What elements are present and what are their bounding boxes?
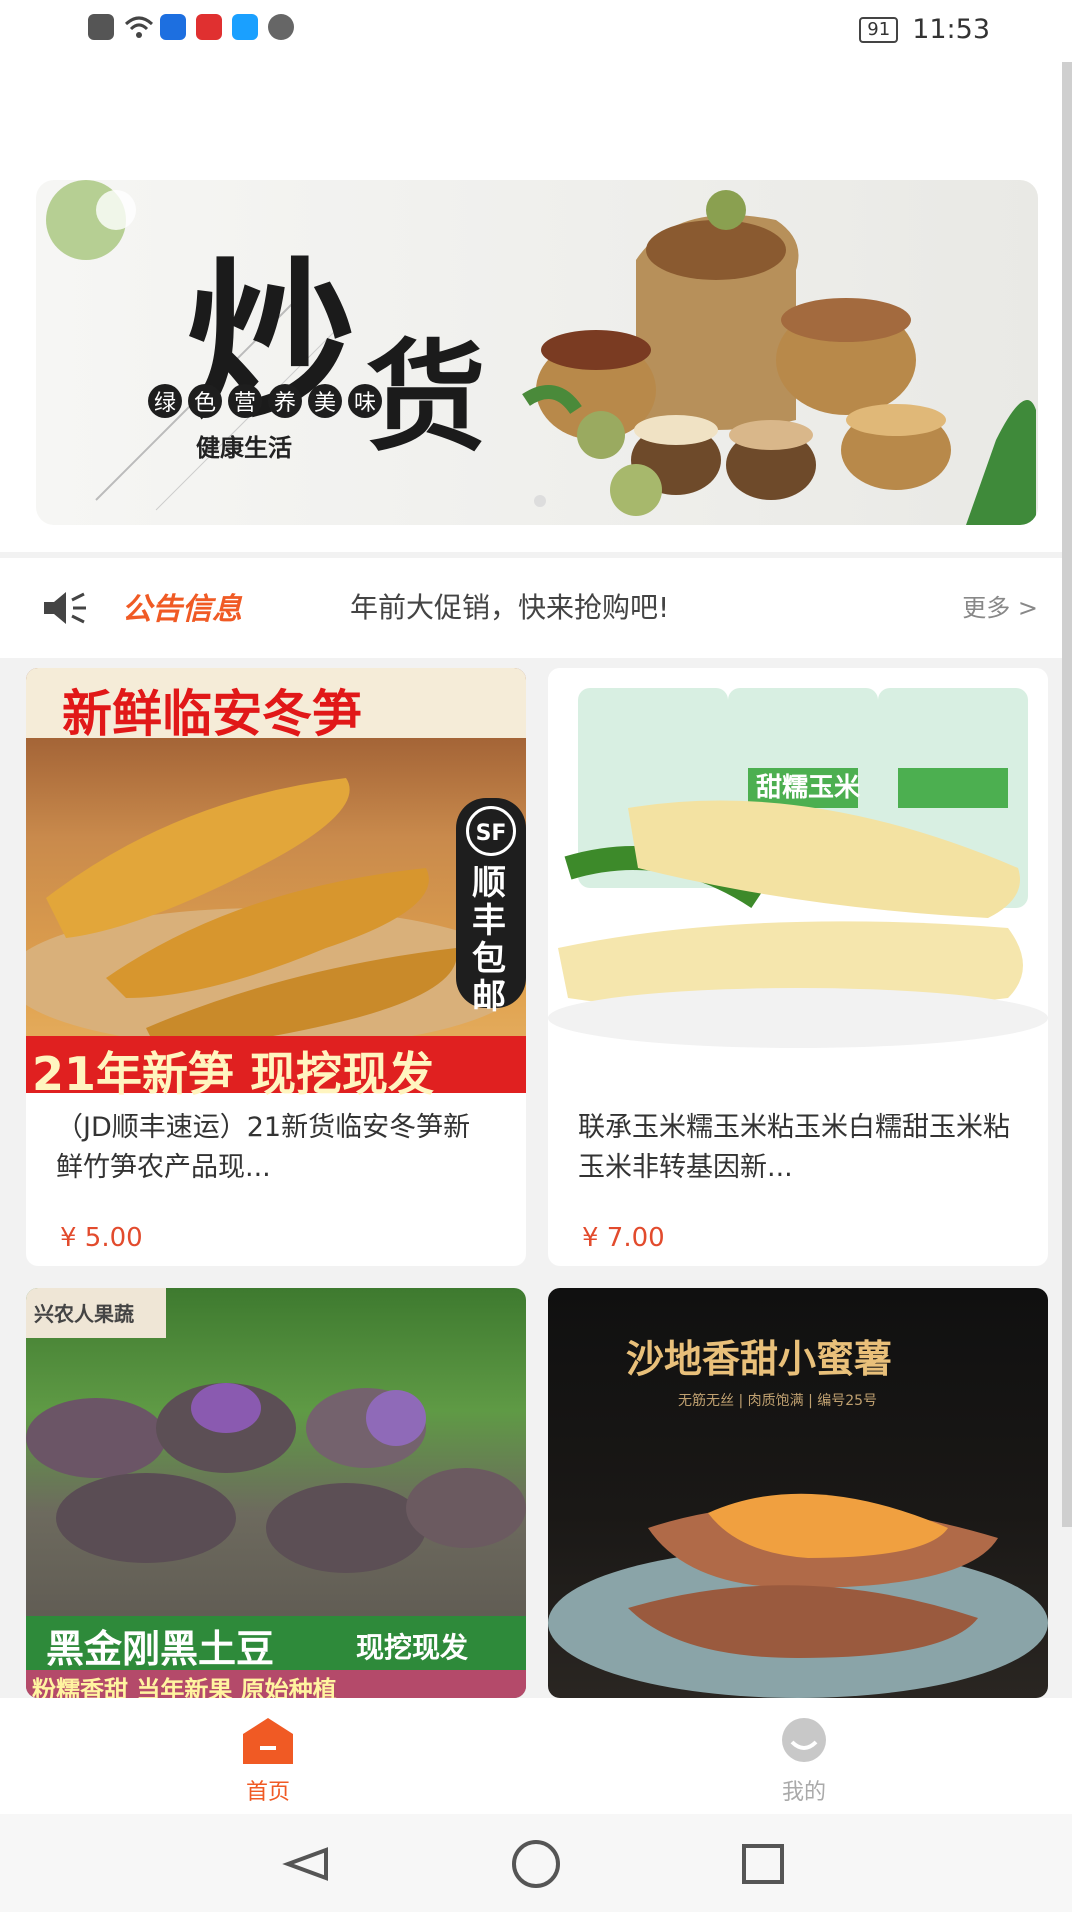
banner-subtitle: 健康生活 — [196, 434, 292, 462]
shipping-badge: 顺丰包邮 — [472, 863, 506, 1017]
tab-home[interactable]: 首页 — [208, 1716, 328, 1806]
product-card[interactable]: 兴农人果蔬 黑金刚黑土豆 现挖现发 粉糯香甜 当年新果 原始种植 — [26, 1288, 526, 1698]
scrollbar[interactable] — [1062, 62, 1072, 1527]
banner-tag: 色 — [188, 384, 222, 418]
app-icon-blue — [160, 14, 186, 40]
product-image: 新鲜临安冬笋 21年新笋 现挖现发 SF 顺丰包邮 — [26, 668, 526, 1101]
tab-home-label: 首页 — [245, 1780, 290, 1805]
product-image: 沙地香甜小蜜薯 无筋无丝 | 肉质饱满 | 编号25号 — [548, 1288, 1048, 1698]
home-icon — [243, 1718, 293, 1764]
alert-icon — [88, 14, 114, 40]
notice-title: 公告信息 — [122, 592, 242, 627]
wifi-icon — [124, 14, 154, 40]
app-icon-red — [196, 14, 222, 40]
banner-tag: 营 — [228, 384, 262, 418]
notice-bar[interactable]: 公告信息 年前大促销，快来抢购吧! 更多 > — [0, 558, 1072, 658]
product-card[interactable]: 甜糯玉米 联承玉米糯玉米粘玉米白糯甜玉米粘玉米非转基因新... ¥ 7.00 — [548, 668, 1048, 1266]
image-headline: 沙地香甜小蜜薯 — [626, 1336, 893, 1381]
image-footer-tag: 现挖现发 — [356, 1631, 469, 1664]
back-icon[interactable] — [282, 1847, 328, 1881]
product-image: 甜糯玉米 — [548, 668, 1048, 1093]
status-bar: 91 11:53 — [0, 0, 1072, 62]
notice-text[interactable]: 年前大促销，快来抢购吧! — [350, 586, 669, 626]
speaker-icon — [44, 592, 86, 624]
brand-label: 兴农人果蔬 — [34, 1302, 134, 1326]
carousel-indicator[interactable] — [534, 495, 546, 507]
product-image: 兴农人果蔬 黑金刚黑土豆 现挖现发 粉糯香甜 当年新果 原始种植 — [26, 1288, 526, 1698]
banner-tag: 味 — [348, 384, 382, 418]
clock: 11:53 — [912, 14, 990, 45]
image-footer-text: 黑金刚黑土豆 — [46, 1627, 275, 1671]
product-price: ¥ 5.00 — [60, 1223, 143, 1253]
banner-tag: 美 — [308, 384, 342, 418]
home-circle-icon[interactable] — [512, 1840, 560, 1888]
tab-profile[interactable]: 我的 — [744, 1716, 864, 1806]
banner-tags: 绿 色 营 养 美 味 — [148, 384, 382, 418]
status-icons — [88, 14, 294, 40]
battery-icon: 91 — [859, 16, 899, 43]
search-app-icon — [232, 14, 258, 40]
promo-banner[interactable]: 炒 货 绿 色 营 养 美 味 健康生活 — [36, 180, 1038, 525]
product-price: ¥ 7.00 — [582, 1223, 665, 1253]
bottom-tab-bar: 首页 我的 — [0, 1698, 1072, 1814]
recents-icon[interactable] — [742, 1844, 784, 1884]
product-title: 联承玉米糯玉米粘玉米白糯甜玉米粘玉米非转基因新... — [578, 1112, 1010, 1183]
banner-tag: 绿 — [148, 384, 182, 418]
banner-tag: 养 — [268, 384, 302, 418]
product-card[interactable]: 新鲜临安冬笋 21年新笋 现挖现发 SF 顺丰包邮 （JD顺丰速运）21新货临安… — [26, 668, 526, 1266]
browser-icon — [268, 14, 294, 40]
sf-logo: SF — [466, 806, 516, 856]
status-right: 91 11:53 — [859, 14, 990, 45]
image-footer-text: 21年新笋 现挖现发 — [32, 1047, 435, 1101]
product-card[interactable]: 沙地香甜小蜜薯 无筋无丝 | 肉质饱满 | 编号25号 — [548, 1288, 1048, 1698]
corn-artwork — [548, 688, 1048, 1048]
profile-icon — [782, 1718, 826, 1762]
image-headline: 新鲜临安冬笋 — [62, 685, 362, 743]
product-title: （JD顺丰速运）21新货临安冬笋新鲜竹笋农产品现... — [56, 1112, 471, 1183]
image-strip-text: 粉糯香甜 当年新果 原始种植 — [32, 1676, 337, 1698]
nav-buttons — [282, 1840, 784, 1888]
banner-title-secondary: 货 — [366, 327, 486, 468]
system-nav-bar — [0, 1814, 1072, 1912]
package-label: 甜糯玉米 — [755, 773, 860, 803]
notice-more-link[interactable]: 更多 > — [962, 588, 1038, 623]
image-subtext: 无筋无丝 | 肉质饱满 | 编号25号 — [678, 1393, 878, 1409]
tab-profile-label: 我的 — [781, 1780, 826, 1805]
